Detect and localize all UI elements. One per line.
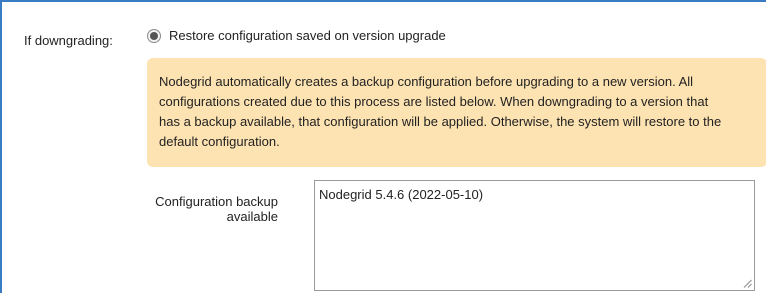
downgrade-panel: If downgrading: Restore configuration sa… xyxy=(0,0,766,293)
backup-list-item[interactable]: Nodegrid 5.4.6 (2022-05-10) xyxy=(319,187,750,202)
info-line: configurations created due to this proce… xyxy=(159,94,709,109)
resize-grip-icon[interactable] xyxy=(743,279,752,288)
restore-config-radio-label[interactable]: Restore configuration saved on version u… xyxy=(169,28,446,43)
configuration-backup-label-line2: available xyxy=(226,209,278,224)
radio-selected-dot xyxy=(150,31,158,40)
restore-config-radio[interactable] xyxy=(147,28,161,43)
if-downgrading-label: If downgrading: xyxy=(24,33,113,48)
info-line: Nodegrid automatically creates a backup … xyxy=(159,74,694,89)
restore-config-option[interactable]: Restore configuration saved on version u… xyxy=(147,28,446,43)
info-notice: Nodegrid automatically creates a backup … xyxy=(147,58,766,167)
configuration-backup-label: Configuration backup available xyxy=(142,194,278,224)
configuration-backup-list[interactable]: Nodegrid 5.4.6 (2022-05-10) xyxy=(314,180,755,291)
info-line: has a backup available, that configurati… xyxy=(159,114,722,129)
configuration-backup-label-line1: Configuration backup xyxy=(155,194,278,209)
info-line: default configuration. xyxy=(159,134,280,149)
